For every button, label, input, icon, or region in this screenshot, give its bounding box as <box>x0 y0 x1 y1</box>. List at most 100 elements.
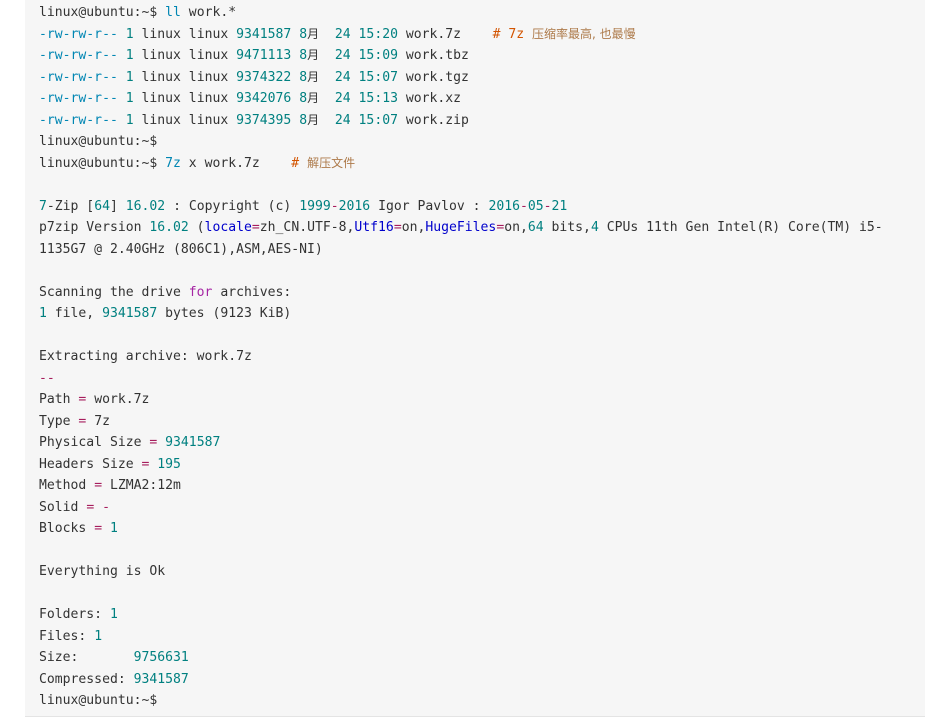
terminal-token: Files: <box>39 628 95 644</box>
terminal-token: 9342076 <box>236 91 292 106</box>
terminal-token: - <box>330 198 339 214</box>
terminal-token: 15:07 <box>358 112 398 128</box>
terminal-token: 9374395 <box>236 112 292 128</box>
terminal-token: = <box>94 478 103 493</box>
terminal-line: Path = work.7z <box>39 389 925 411</box>
terminal-token: 8 <box>299 112 308 128</box>
terminal-token: 9341587 <box>102 306 158 321</box>
terminal-line: Type = 7z <box>39 411 925 433</box>
terminal-token: 16.02 <box>125 198 166 214</box>
terminal-token: Method <box>39 478 95 493</box>
terminal-token: 1999 <box>299 198 331 214</box>
terminal-token: 15:13 <box>358 91 398 106</box>
terminal-token: 64 <box>527 220 544 235</box>
terminal-token: - <box>519 198 528 214</box>
terminal-line: linux@ubuntu:~$ ll work.* <box>39 2 925 24</box>
terminal-line: Blocks = 1 <box>39 518 925 540</box>
terminal-token: 压缩率最高, 也最慢 <box>532 26 636 41</box>
terminal-line: 1 file, 9341587 bytes (9123 KiB) <box>39 303 925 325</box>
terminal-token: # 7z <box>492 26 532 42</box>
terminal-token: 9341587 <box>165 435 221 450</box>
terminal-token: work.7z <box>397 26 493 42</box>
terminal-token: Utf16 <box>354 220 394 235</box>
terminal-token: on, <box>504 220 528 235</box>
terminal-token: archives: <box>212 284 292 300</box>
terminal-token: 24 <box>334 69 351 85</box>
terminal-token: - <box>102 499 110 515</box>
terminal-token: Headers Size <box>39 456 142 472</box>
terminal-line: -rw-rw-r-- 1 linux linux 9374395 8月 24 1… <box>39 110 925 132</box>
terminal-token: # <box>291 155 308 171</box>
terminal-token: locale <box>204 220 252 235</box>
terminal-token: 1 <box>125 48 134 63</box>
terminal-token: 24 <box>334 91 351 106</box>
terminal-line: Files: 1 <box>39 626 925 648</box>
terminal-token: 195 <box>157 456 181 472</box>
terminal-token: work.xz <box>397 91 462 106</box>
terminal-token: Type <box>39 413 79 429</box>
terminal-token: -rw-rw-r-- <box>39 69 118 85</box>
terminal-token: 8 <box>299 26 308 42</box>
terminal-token: 15:20 <box>358 26 398 42</box>
terminal-token: 月 <box>307 69 320 84</box>
terminal-token: 15:07 <box>358 69 398 85</box>
terminal-token: Igor Pavlov : <box>370 198 489 214</box>
terminal-line: 7-Zip [64] 16.02 : Copyright (c) 1999-20… <box>39 196 925 218</box>
terminal-token: -Zip [ <box>46 198 95 214</box>
terminal-token: work.tgz <box>397 69 469 85</box>
terminal-token: linux@ubuntu:~$ <box>39 155 166 171</box>
terminal-token: CPUs 11th Gen Intel(R) Core(TM) i5- <box>598 220 883 235</box>
terminal-token: linux linux <box>133 48 237 63</box>
terminal-line: Everything is Ok <box>39 561 925 583</box>
terminal-token: work.* <box>180 5 237 20</box>
terminal-token: 9374322 <box>236 69 292 85</box>
terminal-token: for <box>188 284 213 300</box>
terminal-token: 1 <box>39 306 47 321</box>
terminal-token: 1 <box>125 91 134 106</box>
terminal-token: 9341587 <box>133 671 189 687</box>
terminal-token: 解压文件 <box>307 155 356 170</box>
terminal-token: 月 <box>307 48 320 62</box>
terminal-token: ( <box>188 220 205 235</box>
terminal-token: 9341587 <box>236 26 292 42</box>
terminal-token: bytes (9123 KiB) <box>157 306 292 321</box>
terminal-line: Method = LZMA2:12m <box>39 475 925 497</box>
terminal-token: Folders: <box>39 607 110 622</box>
terminal-token: 1 <box>125 112 134 128</box>
terminal-token: work.zip <box>397 112 469 128</box>
terminal-token: 月 <box>307 112 320 127</box>
terminal-token: -rw-rw-r-- <box>39 48 118 63</box>
terminal-line: p7zip Version 16.02 (locale=zh_CN.UTF-8,… <box>39 217 925 239</box>
terminal-token: 8 <box>299 48 308 63</box>
terminal-line: linux@ubuntu:~$ <box>39 690 925 712</box>
terminal-token: -rw-rw-r-- <box>39 112 118 128</box>
terminal-token: on, <box>401 220 426 235</box>
terminal-token: 1 <box>125 69 134 85</box>
terminal-token: 64 <box>94 198 110 214</box>
terminal-token: Physical Size <box>39 435 150 450</box>
terminal-token: LZMA2:12m <box>102 478 181 493</box>
terminal-token: 05 <box>527 198 544 214</box>
terminal-line: Headers Size = 195 <box>39 454 925 476</box>
terminal-token: work.tbz <box>397 48 469 63</box>
terminal-line: linux@ubuntu:~$ <box>39 131 925 153</box>
terminal-token: Blocks <box>39 521 95 536</box>
terminal-token: 4 <box>590 220 599 235</box>
terminal-token: Everything is Ok <box>39 564 166 579</box>
terminal-token: 24 <box>334 112 351 128</box>
